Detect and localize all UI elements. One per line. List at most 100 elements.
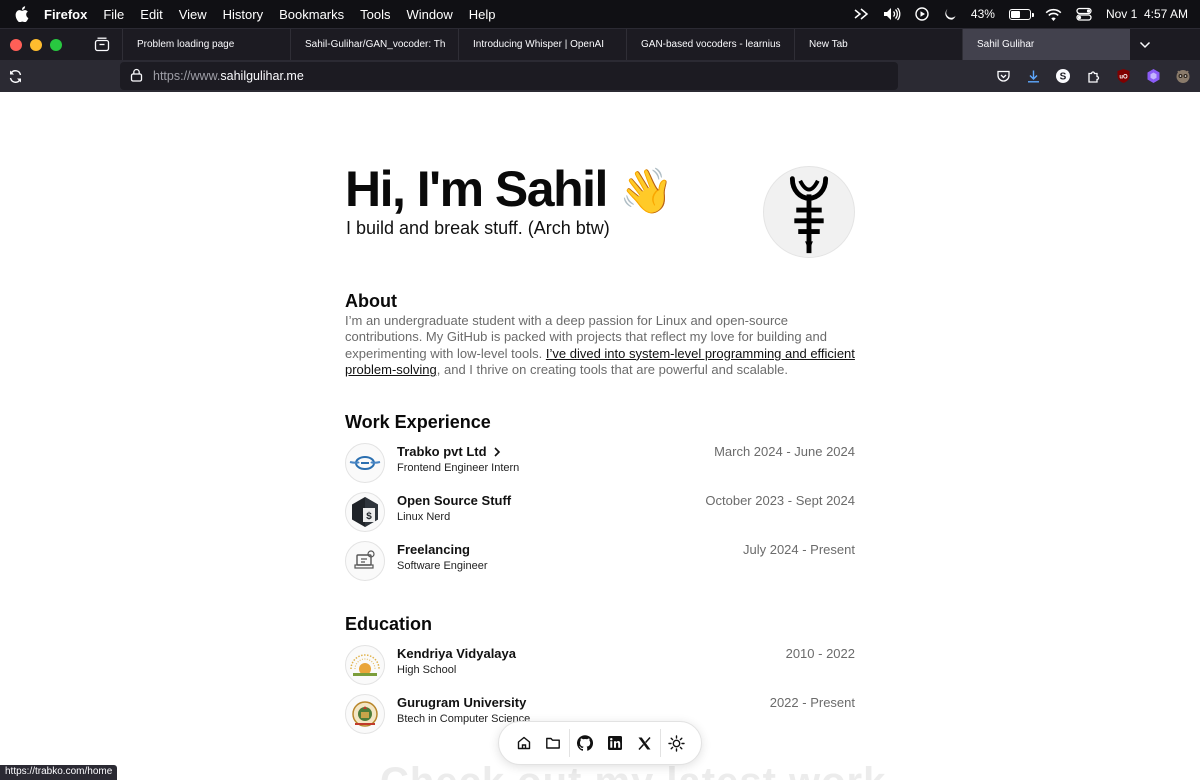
menu-bookmarks[interactable]: Bookmarks	[271, 7, 352, 22]
work-item-dates: March 2024 - June 2024	[714, 444, 855, 459]
work-item-trabko[interactable]: Trabko pvt Ltd Frontend Engineer Intern …	[345, 443, 855, 483]
svg-text:S: S	[1060, 72, 1067, 83]
dock-separator	[659, 729, 661, 757]
url-bar[interactable]: https://www.sahilgulihar.me	[120, 62, 898, 90]
tab-gan-vocoder-repo[interactable]: Sahil-Gulihar/GAN_vocoder: Th	[290, 28, 458, 61]
zoom-window-button[interactable]	[50, 38, 62, 51]
screen-share-icon[interactable]	[853, 7, 869, 21]
window-controls	[0, 38, 82, 51]
hero-title: Hi, I'm Sahil 👋	[345, 160, 674, 218]
freelancing-logo	[345, 541, 385, 581]
tab-label: New Tab	[809, 39, 848, 50]
work-item-title-text: Trabko pvt Ltd	[397, 444, 487, 459]
linkedin-icon[interactable]	[600, 727, 629, 760]
trabko-logo	[345, 443, 385, 483]
tab-introducing-whisper[interactable]: Introducing Whisper | OpenAI	[458, 28, 626, 61]
hexagon-extension-icon[interactable]	[1144, 67, 1162, 85]
tab-label: Sahil-Gulihar/GAN_vocoder: Th	[305, 39, 446, 50]
menu-help[interactable]: Help	[461, 7, 504, 22]
lock-icon[interactable]	[130, 68, 143, 85]
moon-icon[interactable]	[943, 7, 957, 21]
tab-sahil-gulihar[interactable]: Sahil Gulihar	[962, 28, 1130, 61]
sync-account-icon[interactable]: S	[1054, 67, 1072, 85]
work-item-dates: October 2023 - Sept 2024	[705, 493, 855, 508]
reload-icon[interactable]	[0, 69, 30, 84]
firefox-view-icon[interactable]	[82, 29, 122, 61]
education-item-title: Kendriya Vidyalaya	[397, 646, 516, 661]
menubar-datetime[interactable]: Nov 1 4:57 AM	[1106, 7, 1188, 21]
about-text-after: , and I thrive on creating tools that ar…	[436, 362, 788, 378]
menu-window[interactable]: Window	[399, 7, 461, 22]
tab-label: Problem loading page	[137, 39, 235, 50]
floating-dock	[498, 721, 702, 765]
battery-icon[interactable]	[1008, 8, 1034, 20]
sun-icon[interactable]	[662, 727, 691, 760]
tab-problem-loading[interactable]: Problem loading page	[122, 28, 290, 61]
minimize-window-button[interactable]	[30, 38, 42, 51]
menu-app-name[interactable]: Firefox	[44, 7, 95, 22]
glyph-symbol-icon	[789, 176, 829, 254]
education-item-subtitle: High School	[397, 664, 457, 676]
menu-file[interactable]: File	[95, 7, 132, 22]
work-experience-heading: Work Experience	[345, 412, 491, 432]
dock-separator	[568, 729, 570, 757]
work-item-title: Trabko pvt Ltd	[397, 444, 501, 459]
hero-subtitle: I build and break stuff. (Arch btw)	[346, 218, 610, 238]
svg-text:$: $	[366, 511, 372, 523]
about-paragraph: I’m an undergraduate student with a deep…	[345, 313, 857, 379]
menu-history[interactable]: History	[215, 7, 271, 22]
education-item-dates: 2022 - Present	[769, 695, 855, 710]
menu-tools[interactable]: Tools	[352, 7, 398, 22]
url-domain: sahilgulihar.me	[220, 69, 304, 83]
work-item-subtitle: Frontend Engineer Intern	[397, 462, 520, 474]
x-icon[interactable]	[629, 727, 658, 760]
browser-nav-bar: https://www.sahilgulihar.me S uO	[0, 60, 1200, 92]
gurugram-university-logo	[345, 694, 385, 734]
work-item-freelancing[interactable]: Freelancing Software Engineer July 2024 …	[345, 541, 855, 581]
url-text[interactable]: https://www.sahilgulihar.me	[153, 69, 304, 83]
work-item-title: Open Source Stuff	[397, 493, 512, 508]
battery-percent: 43%	[970, 7, 995, 21]
menu-edit[interactable]: Edit	[132, 7, 170, 22]
downloads-icon[interactable]	[1024, 67, 1042, 85]
raccoon-extension-icon[interactable]	[1174, 67, 1192, 85]
education-heading: Education	[345, 614, 433, 634]
volume-icon[interactable]	[883, 7, 901, 21]
home-icon[interactable]	[509, 727, 538, 760]
pocket-icon[interactable]	[994, 67, 1012, 85]
tab-label: GAN-based vocoders - learnius	[641, 39, 781, 50]
github-icon[interactable]	[571, 727, 600, 760]
tab-label: Sahil Gulihar	[977, 39, 1035, 50]
tab-new-tab[interactable]: New Tab	[794, 28, 962, 61]
macos-menu-bar: Firefox File Edit View History Bookmarks…	[0, 0, 1200, 28]
list-all-tabs-chevron-icon[interactable]	[1132, 29, 1158, 61]
battery-level-fill	[1010, 10, 1020, 18]
work-item-subtitle: Software Engineer	[397, 560, 488, 572]
play-circle-icon[interactable]	[915, 7, 929, 21]
web-page: Hi, I'm Sahil 👋 I build and break stuff.…	[0, 92, 1200, 780]
menu-view[interactable]: View	[171, 7, 215, 22]
wifi-icon[interactable]	[1045, 8, 1062, 21]
tab-label: Introducing Whisper | OpenAI	[473, 39, 604, 50]
work-item-title: Freelancing	[397, 542, 470, 557]
close-window-button[interactable]	[10, 38, 22, 51]
tab-gan-vocoders-learnius[interactable]: GAN-based vocoders - learnius	[626, 28, 794, 61]
waving-hand-emoji: 👋	[619, 167, 675, 216]
education-item-kendriya-vidyalaya[interactable]: Kendriya Vidyalaya High School 2010 - 20…	[345, 645, 855, 685]
control-center-icon[interactable]	[1076, 7, 1092, 21]
work-item-subtitle: Linux Nerd	[397, 511, 451, 523]
work-item-dates: July 2024 - Present	[742, 542, 855, 557]
kendriya-vidyalaya-logo	[345, 645, 385, 685]
education-item-title: Gurugram University	[397, 695, 527, 710]
work-item-open-source[interactable]: $ Open Source Stuff Linux Nerd October 2…	[345, 492, 855, 532]
chevron-right-icon	[493, 446, 500, 457]
extensions-puzzle-icon[interactable]	[1084, 67, 1102, 85]
url-prefix: https://www.	[153, 69, 221, 83]
link-status-url: https://trabko.com/home	[0, 765, 118, 780]
ublock-origin-icon[interactable]: uO	[1114, 67, 1132, 85]
bash-logo: $	[345, 492, 385, 532]
apple-logo-icon[interactable]	[0, 6, 44, 22]
svg-text:uO: uO	[1119, 75, 1128, 81]
hero-title-text: Hi, I'm Sahil	[345, 161, 608, 217]
folder-icon[interactable]	[538, 727, 567, 760]
